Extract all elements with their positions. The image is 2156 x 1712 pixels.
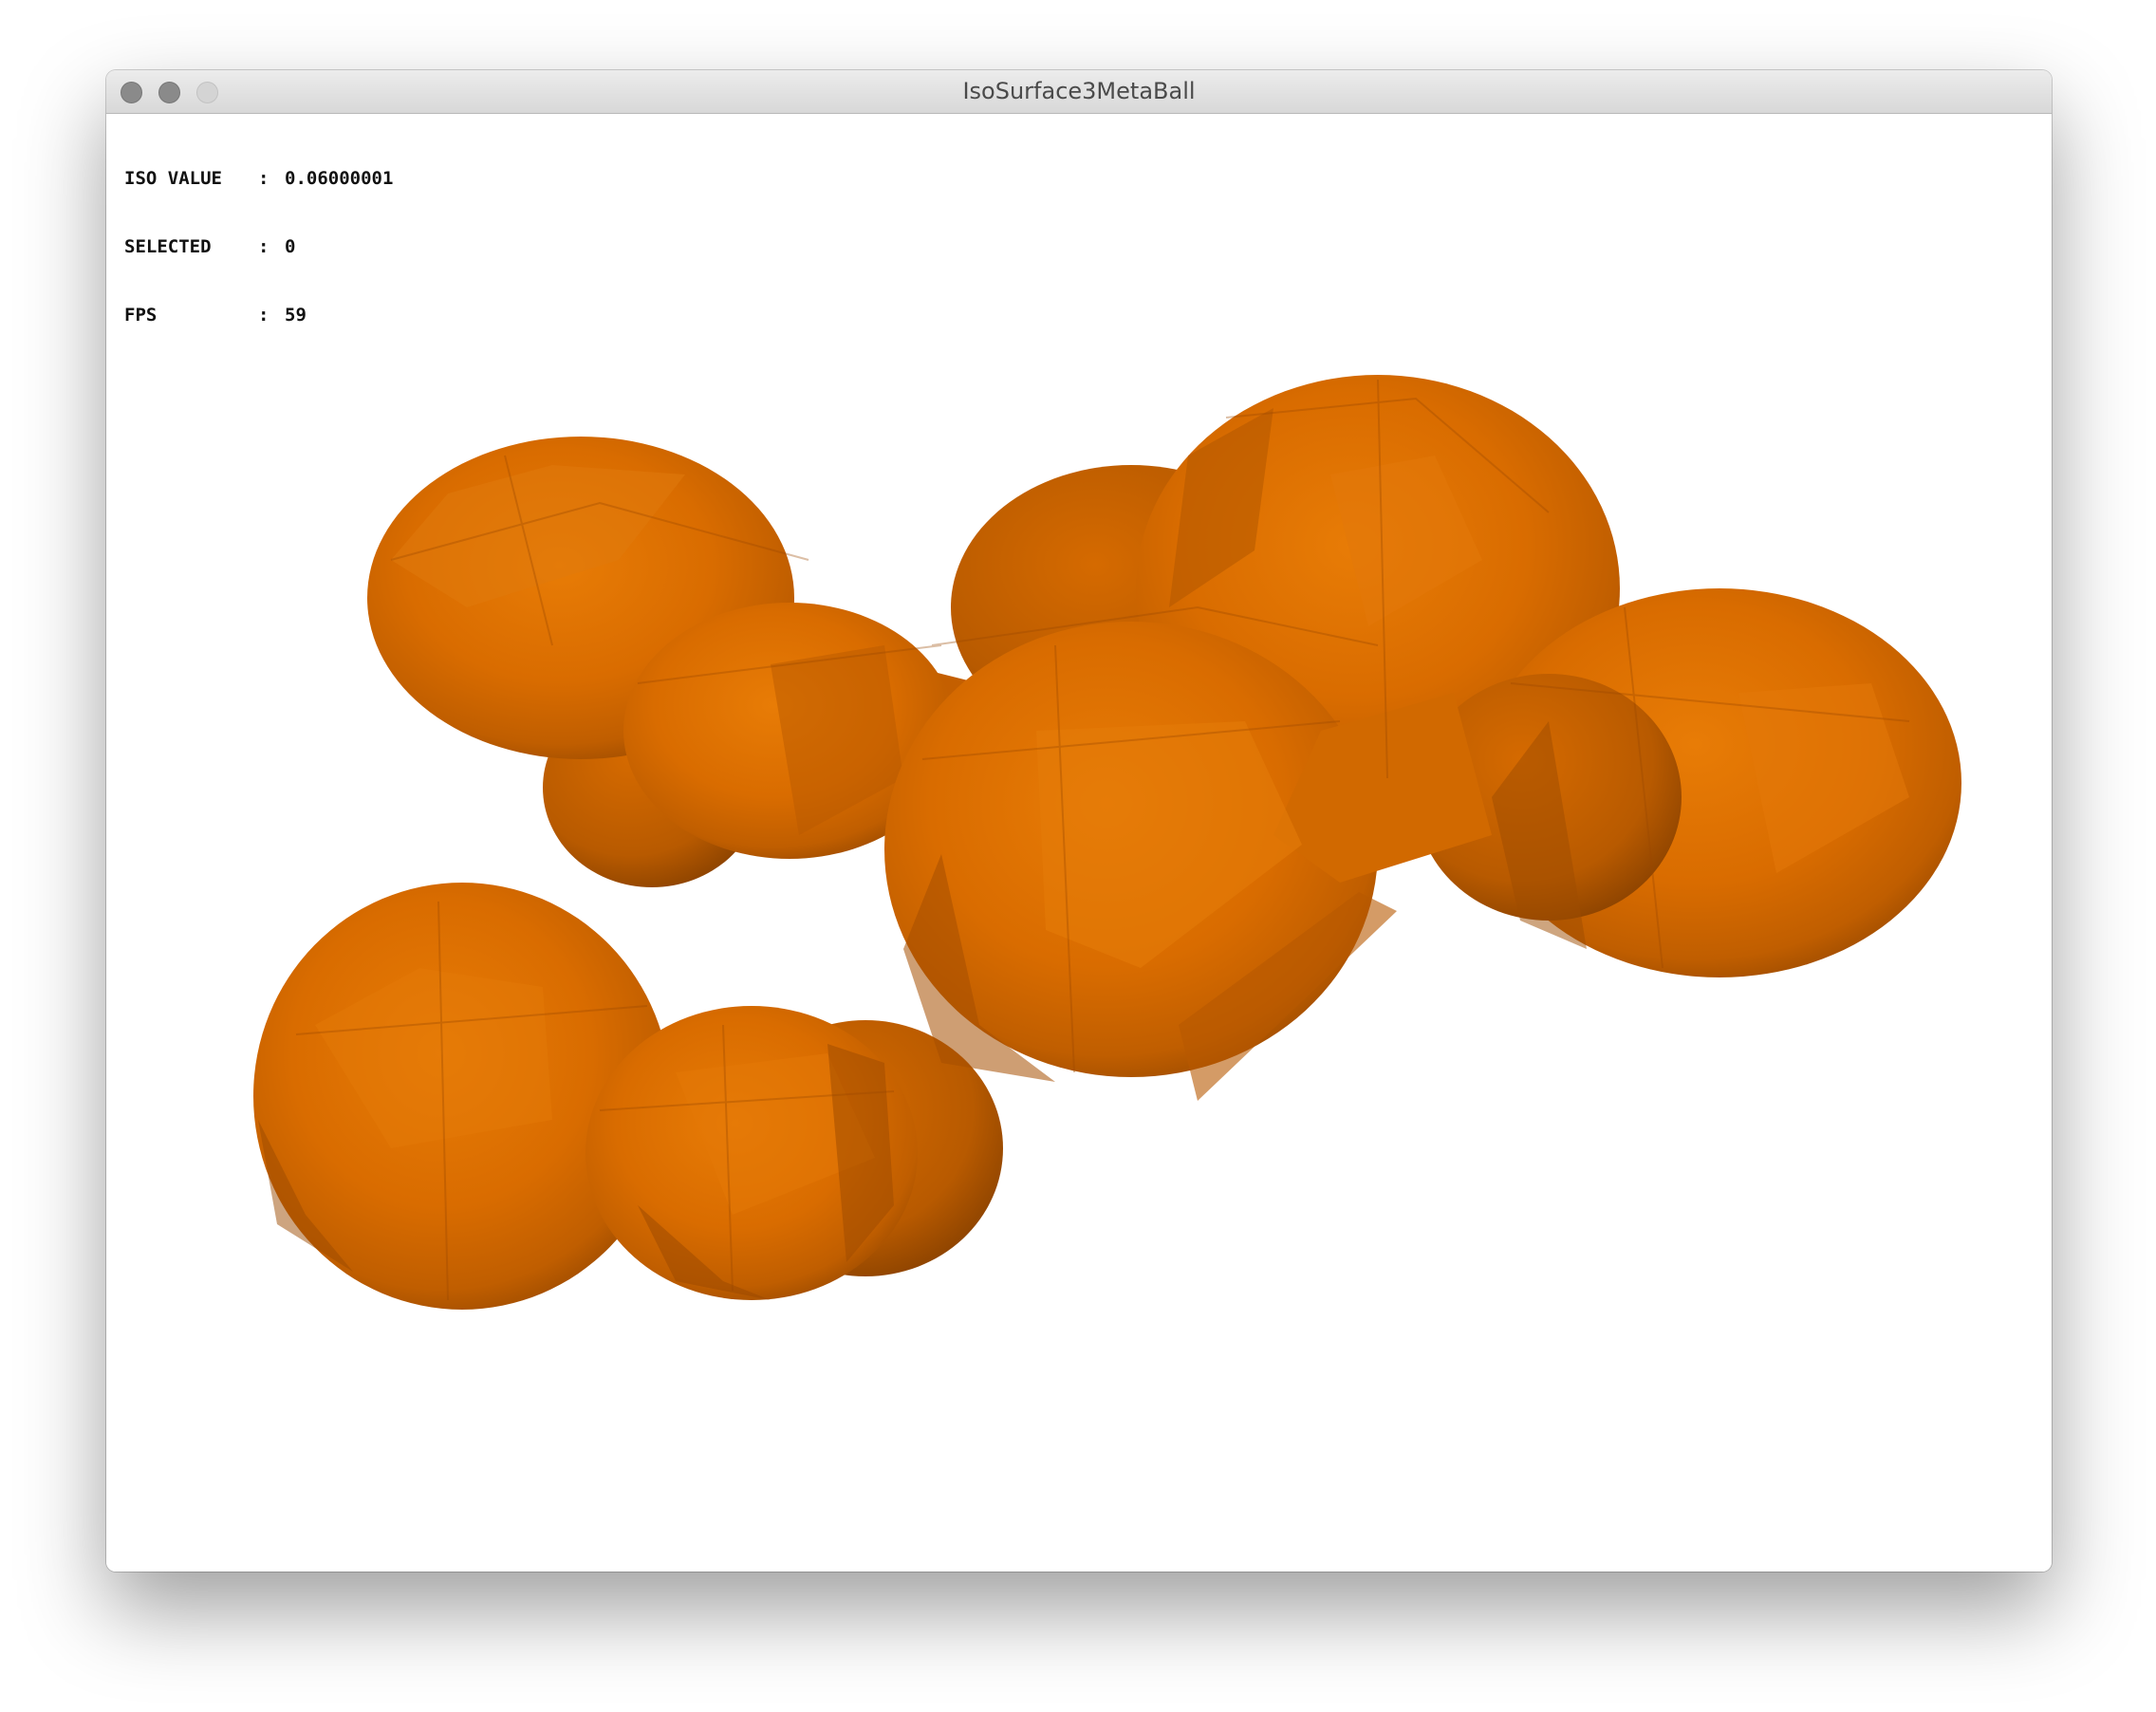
hud-label: ISO VALUE: [124, 168, 222, 189]
hud-row-selected: SELECTED:0: [124, 235, 393, 258]
metaball-surface[interactable]: [106, 114, 2052, 1572]
hud-label: FPS: [124, 305, 158, 326]
app-window: IsoSurface3MetaBall ISO VALUE: 0.060000…: [106, 70, 2052, 1572]
lobe-upper-left: [367, 437, 956, 859]
hud-label: SELECTED: [124, 236, 212, 257]
lobe-bottom-middle: [585, 1006, 918, 1300]
hud-row-fps: FPS:59: [124, 304, 393, 326]
hud-value: 0.06000001: [285, 168, 394, 189]
render-viewport[interactable]: ISO VALUE:0.06000001 SELECTED:0 FPS:59: [106, 114, 2052, 1572]
window-title: IsoSurface3MetaBall: [962, 78, 1196, 104]
hud-row-iso-value: ISO VALUE:0.06000001: [124, 167, 393, 190]
hud-separator: :: [258, 305, 270, 326]
title-bar[interactable]: IsoSurface3MetaBall: [106, 70, 2052, 114]
hud-separator: :: [258, 168, 270, 189]
hud-value: 59: [285, 305, 307, 326]
hud-separator: :: [258, 236, 270, 257]
hud-overlay: ISO VALUE:0.06000001 SELECTED:0 FPS:59: [124, 121, 393, 372]
hud-value: 0: [285, 236, 296, 257]
